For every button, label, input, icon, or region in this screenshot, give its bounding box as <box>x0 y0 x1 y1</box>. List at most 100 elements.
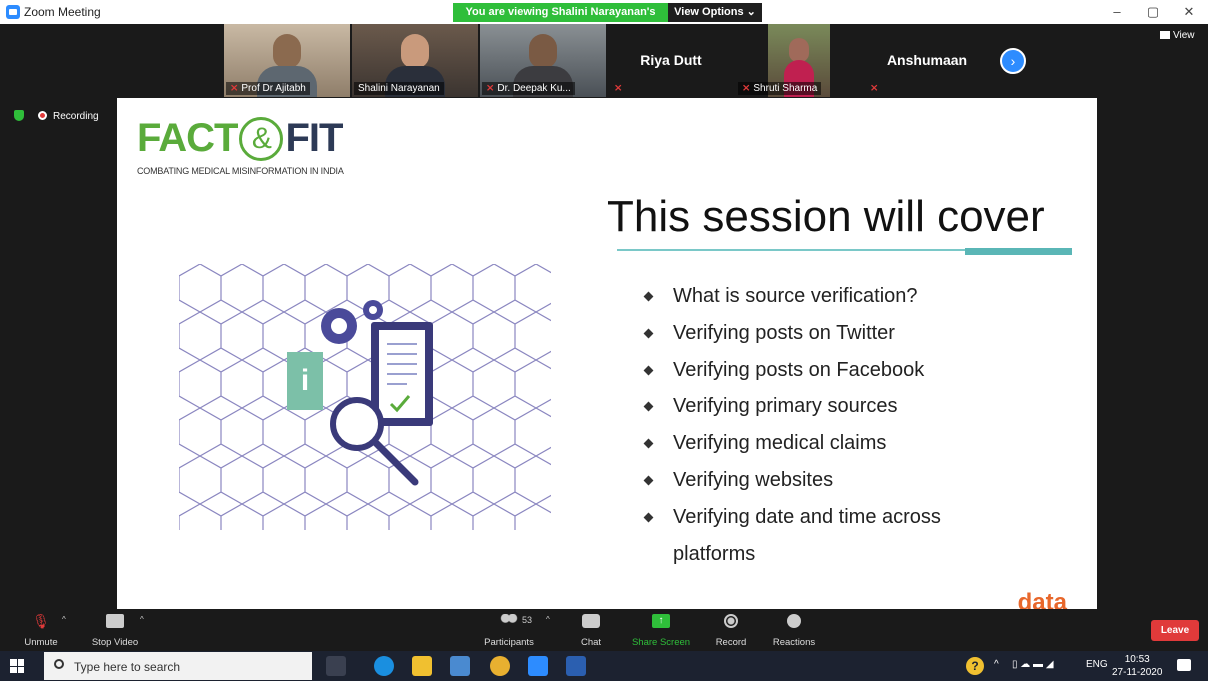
bullet-item: Verifying websites <box>643 462 941 499</box>
slide-title: This session will cover <box>607 192 1045 241</box>
diamond-bullet-icon <box>643 365 654 376</box>
share-screen-icon: ↑ <box>652 614 670 628</box>
store-icon[interactable] <box>450 656 470 676</box>
leave-button[interactable]: Leave <box>1151 620 1199 641</box>
recording-label: Recording <box>53 111 99 122</box>
bullet-item: Verifying posts on Facebook <box>643 352 941 389</box>
participants-label: Participants <box>484 637 534 648</box>
participant-silhouette <box>401 34 429 68</box>
share-screen-label: Share Screen <box>631 637 691 648</box>
file-explorer-icon[interactable] <box>412 656 432 676</box>
window-title: Zoom Meeting <box>24 5 101 19</box>
stop-video-label: Stop Video <box>91 637 139 648</box>
minimize-button[interactable]: – <box>1102 3 1132 21</box>
word-icon[interactable] <box>566 656 586 676</box>
diamond-bullet-icon <box>643 475 654 486</box>
chat-button[interactable]: Chat <box>576 609 606 651</box>
bullet-item: Verifying primary sources <box>643 388 941 425</box>
bullet-item: Verifying medical claims <box>643 425 941 462</box>
participant-name-tag: ⨯ Shruti Sharma <box>738 82 822 95</box>
participant-silhouette <box>273 34 301 68</box>
bullet-text: Verifying posts on Twitter <box>673 321 895 344</box>
logo-fit: FIT <box>285 116 343 160</box>
shared-screen-slide: FACT & FIT COMBATING MEDICAL MISINFORMATIO… <box>117 98 1097 609</box>
stop-video-button[interactable]: Stop Video <box>90 609 140 651</box>
participant-name: Prof Dr Ajitabh <box>241 83 306 94</box>
task-view-icon[interactable] <box>326 656 346 676</box>
participant-tile[interactable]: ⨯ Prof Dr Ajitabh <box>224 24 350 97</box>
bullet-text: Verifying primary sources <box>673 395 898 418</box>
diamond-bullet-icon <box>643 328 654 339</box>
participant-name-tag: ⨯ Prof Dr Ajitabh <box>226 82 310 95</box>
unmute-button[interactable]: 🎙 Unmute <box>20 609 62 651</box>
search-icon <box>54 659 64 669</box>
bullet-item: What is source verification? <box>643 278 941 315</box>
windows-start-icon[interactable] <box>10 659 24 673</box>
notification-icon[interactable] <box>1177 659 1191 671</box>
tray-icons[interactable]: ▯ ☁ ▬ ◢ <box>1012 659 1054 670</box>
participant-silhouette <box>789 38 809 62</box>
zoom-taskbar-icon[interactable] <box>528 656 548 676</box>
bullet-text-continuation: platforms <box>673 542 756 565</box>
mic-muted-icon: ⨯ <box>742 83 751 94</box>
mic-muted-icon: ⨯ <box>614 83 623 94</box>
participant-count: 53 <box>522 615 533 625</box>
bullet-item: Verifying posts on Twitter <box>643 315 941 352</box>
participant-name-tag: ⨯ <box>610 82 629 95</box>
participant-tile[interactable]: ⨯ Dr. Deepak Ku... <box>480 24 606 97</box>
bullet-text: Verifying posts on Facebook <box>673 358 925 381</box>
bullet-item: Verifying date and time across platforms <box>643 499 941 573</box>
close-button[interactable]: ✕ <box>1174 3 1204 21</box>
view-options-button[interactable]: View Options ⌄ <box>668 3 762 22</box>
hexagon-grid <box>179 264 551 530</box>
taskbar-search[interactable]: Type here to search <box>44 652 312 680</box>
data-logo: data <box>1017 589 1067 609</box>
language-indicator[interactable]: ENG <box>1086 659 1108 670</box>
participant-tile[interactable]: Riya Dutt ⨯ <box>608 24 734 97</box>
participant-name: Dr. Deepak Ku... <box>497 83 571 94</box>
participant-silhouette <box>529 34 557 68</box>
clock-date: 27-11-2020 <box>1112 667 1163 678</box>
participant-tile-active-speaker[interactable]: Shalini Narayanan <box>352 24 478 97</box>
share-screen-button[interactable]: ↑ Share Screen <box>632 609 690 651</box>
next-page-arrow-icon[interactable]: › <box>1000 48 1026 74</box>
tray-chevron-icon[interactable]: ^ <box>994 659 999 670</box>
record-button[interactable]: Record <box>714 609 748 651</box>
view-button[interactable]: View <box>1160 30 1195 41</box>
record-icon <box>724 614 738 628</box>
participant-tile[interactable]: ⨯ Shruti Sharma <box>736 24 862 97</box>
logo-fact: FACT <box>137 116 238 160</box>
bullet-text: Verifying websites <box>673 468 834 491</box>
viewing-banner: You are viewing Shalini Narayanan's scre… <box>453 3 668 37</box>
participants-chevron-icon[interactable]: ^ <box>546 615 550 624</box>
edge-browser-icon[interactable] <box>374 656 394 676</box>
video-options-chevron-icon[interactable]: ^ <box>140 615 144 624</box>
taskbar-clock[interactable]: 10:53 27-11-2020 <box>1112 653 1162 679</box>
chrome-icon[interactable] <box>490 656 510 676</box>
mic-muted-icon: ⨯ <box>870 83 879 94</box>
search-placeholder: Type here to search <box>74 660 181 674</box>
diamond-bullet-icon <box>643 438 654 449</box>
maximize-button[interactable]: ▢ <box>1138 3 1168 21</box>
chat-label: Chat <box>580 637 602 648</box>
fact-fit-logo: FACT & FIT <box>137 116 343 161</box>
svg-text:i: i <box>301 364 309 397</box>
participant-name-tag: ⨯ Dr. Deepak Ku... <box>482 82 575 95</box>
participant-name-large: Anshumaan <box>886 52 968 68</box>
help-icon[interactable]: ? <box>966 657 984 675</box>
reactions-button[interactable]: Reactions <box>773 609 815 651</box>
mic-muted-icon: 🎙 <box>32 613 50 629</box>
title-underline-accent <box>965 248 1072 255</box>
diamond-bullet-icon <box>643 512 654 523</box>
mic-muted-icon: ⨯ <box>486 83 495 94</box>
participant-tile[interactable]: Anshumaan ⨯ <box>864 24 990 97</box>
audio-options-chevron-icon[interactable]: ^ <box>62 615 66 624</box>
shield-icon[interactable] <box>14 110 24 121</box>
reactions-icon <box>787 614 801 628</box>
verification-illustration: i <box>179 264 551 530</box>
clock-time: 10:53 <box>1124 654 1150 665</box>
video-camera-icon <box>106 614 124 628</box>
grid-icon <box>1160 31 1170 39</box>
record-label: Record <box>715 637 747 648</box>
mic-muted-icon: ⨯ <box>230 83 239 94</box>
